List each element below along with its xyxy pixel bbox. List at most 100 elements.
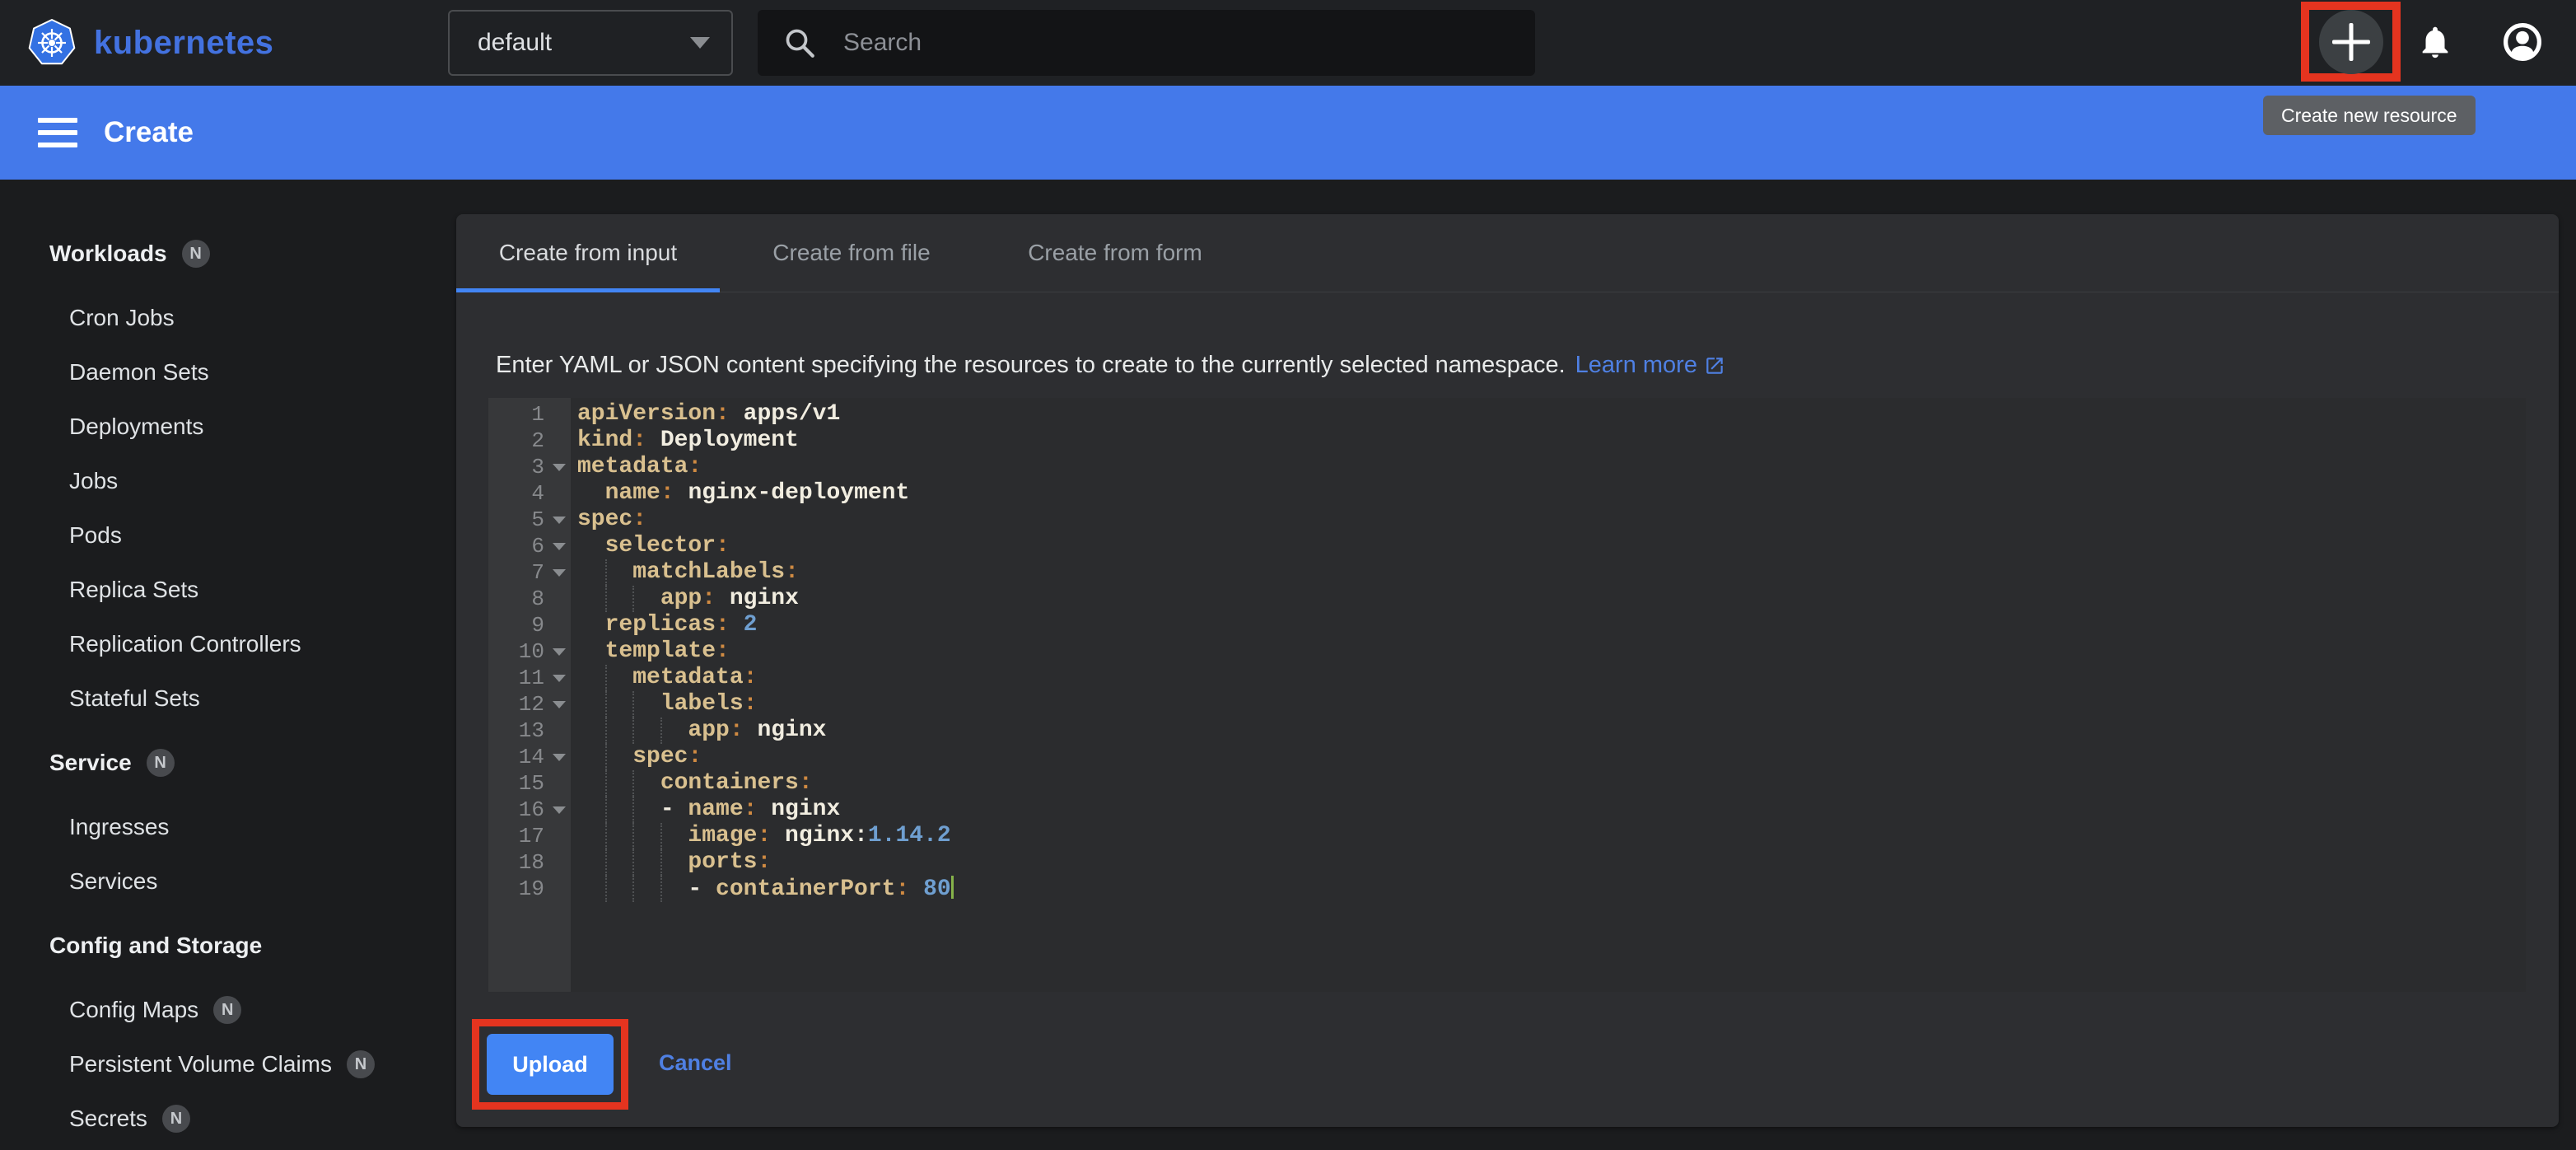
code-line: 1apiVersion: apps/v1 xyxy=(488,401,2526,428)
code-text: kind: Deployment xyxy=(571,428,799,454)
fold-caret-icon[interactable] xyxy=(553,517,566,524)
line-number: 14 xyxy=(488,744,571,770)
indent-guide xyxy=(605,876,607,902)
line-number: 6 xyxy=(488,533,571,559)
learn-more-link[interactable]: Learn more xyxy=(1575,352,1725,379)
line-number: 7 xyxy=(488,559,571,586)
code-line: 5spec: xyxy=(488,507,2526,533)
text-cursor xyxy=(951,876,954,899)
namespace-selector[interactable]: default xyxy=(448,10,733,76)
sidebar-section-service[interactable]: ServiceN xyxy=(0,736,456,790)
line-number: 1 xyxy=(488,401,571,428)
indent-guide xyxy=(660,823,662,849)
indent-guide xyxy=(605,586,607,612)
sidebar-item-label: Replication Controllers xyxy=(0,631,301,657)
upload-button[interactable]: Upload xyxy=(487,1034,614,1095)
code-text: image: nginx:1.14.2 xyxy=(571,823,951,849)
fold-caret-icon[interactable] xyxy=(553,806,566,814)
indent-guide xyxy=(660,849,662,876)
indent-guide xyxy=(605,770,607,797)
sidebar-item-services[interactable]: Services xyxy=(0,854,456,909)
indent-guide xyxy=(605,849,607,876)
yaml-editor[interactable]: 1apiVersion: apps/v12kind: Deployment3me… xyxy=(488,398,2526,992)
notifications-button[interactable] xyxy=(2416,23,2454,61)
code-line: 11 metadata: xyxy=(488,665,2526,691)
code-line: 10 template: xyxy=(488,638,2526,665)
sidebar-item-label: Cron Jobs xyxy=(0,305,175,331)
sidebar-item-stateful-sets[interactable]: Stateful Sets xyxy=(0,671,456,726)
sidebar-item-label: Ingresses xyxy=(0,814,169,840)
sidebar-section-label: Config and Storage xyxy=(0,933,262,959)
sidebar-section-config-and-storage[interactable]: Config and Storage xyxy=(0,919,456,973)
search-bar[interactable] xyxy=(758,10,1535,76)
line-number: 11 xyxy=(488,665,571,691)
sidebar-item-secrets[interactable]: SecretsN xyxy=(0,1092,456,1146)
bell-icon xyxy=(2416,23,2454,61)
new-badge: N xyxy=(213,996,241,1024)
indent-guide xyxy=(605,559,607,586)
sidebar-item-daemon-sets[interactable]: Daemon Sets xyxy=(0,345,456,400)
sidebar-section-workloads[interactable]: WorkloadsN xyxy=(0,227,456,281)
indent-guide xyxy=(605,691,607,718)
code-text: replicas: 2 xyxy=(571,612,757,638)
indent-guide xyxy=(632,586,634,612)
menu-button[interactable] xyxy=(38,118,77,147)
code-text: spec: xyxy=(571,744,702,770)
cancel-button[interactable]: Cancel xyxy=(654,1032,737,1093)
sidebar-section-label: Service xyxy=(0,750,132,776)
tab-create-from-form[interactable]: Create from form xyxy=(983,214,1247,292)
line-number: 8 xyxy=(488,586,571,612)
line-number: 5 xyxy=(488,507,571,533)
code-line: 14 spec: xyxy=(488,744,2526,770)
code-text: - name: nginx xyxy=(571,797,840,823)
sidebar-item-persistent-volume-claims[interactable]: Persistent Volume ClaimsN xyxy=(0,1037,456,1092)
sidebar-item-replication-controllers[interactable]: Replication Controllers xyxy=(0,617,456,671)
tab-create-from-input[interactable]: Create from input xyxy=(456,214,720,292)
fold-caret-icon[interactable] xyxy=(553,543,566,550)
code-line: 6 selector: xyxy=(488,533,2526,559)
line-number: 16 xyxy=(488,797,571,823)
code-line: 13 app: nginx xyxy=(488,718,2526,744)
account-button[interactable] xyxy=(2504,23,2541,61)
code-text: selector: xyxy=(571,533,730,559)
external-link-icon xyxy=(1704,355,1725,376)
code-line: 19 - containerPort: 80 xyxy=(488,876,2526,902)
sidebar-item-ingresses[interactable]: Ingresses xyxy=(0,800,456,854)
indent-guide xyxy=(660,876,662,902)
fold-caret-icon[interactable] xyxy=(553,701,566,708)
search-input[interactable] xyxy=(842,28,1519,58)
line-number: 19 xyxy=(488,876,571,902)
tab-create-from-file[interactable]: Create from file xyxy=(720,214,983,292)
create-new-resource-button[interactable] xyxy=(2319,10,2383,74)
code-text: metadata: xyxy=(571,454,702,480)
code-line: 2kind: Deployment xyxy=(488,428,2526,454)
sidebar-item-label: Pods xyxy=(0,522,122,549)
fold-caret-icon[interactable] xyxy=(553,464,566,471)
line-number: 2 xyxy=(488,428,571,454)
code-text: - containerPort: 80 xyxy=(571,876,954,903)
sidebar-item-config-maps[interactable]: Config MapsN xyxy=(0,983,456,1037)
fold-caret-icon[interactable] xyxy=(553,754,566,761)
sidebar-item-replica-sets[interactable]: Replica Sets xyxy=(0,563,456,617)
code-line: 15 containers: xyxy=(488,770,2526,797)
top-bar: kubernetes default xyxy=(0,0,2576,86)
code-line: 4 name: nginx-deployment xyxy=(488,480,2526,507)
sidebar-item-cron-jobs[interactable]: Cron Jobs xyxy=(0,291,456,345)
code-line: 17 image: nginx:1.14.2 xyxy=(488,823,2526,849)
code-line: 8 app: nginx xyxy=(488,586,2526,612)
sidebar: WorkloadsN Cron Jobs Daemon SetsDeployment… xyxy=(0,180,456,1150)
new-badge: N xyxy=(347,1050,375,1078)
code-text: spec: xyxy=(571,507,646,533)
sidebar-item-pods[interactable]: Pods xyxy=(0,508,456,563)
fold-caret-icon[interactable] xyxy=(553,675,566,682)
code-line: 3metadata: xyxy=(488,454,2526,480)
fold-caret-icon[interactable] xyxy=(553,569,566,577)
line-number: 15 xyxy=(488,770,571,797)
indent-guide xyxy=(605,823,607,849)
sidebar-item-deployments[interactable]: Deployments xyxy=(0,400,456,454)
sidebar-item-jobs[interactable]: Jobs xyxy=(0,454,456,508)
search-icon xyxy=(782,26,817,60)
fold-caret-icon[interactable] xyxy=(553,648,566,656)
kubernetes-brand[interactable]: kubernetes xyxy=(26,0,273,86)
code-text: app: nginx xyxy=(571,718,826,744)
